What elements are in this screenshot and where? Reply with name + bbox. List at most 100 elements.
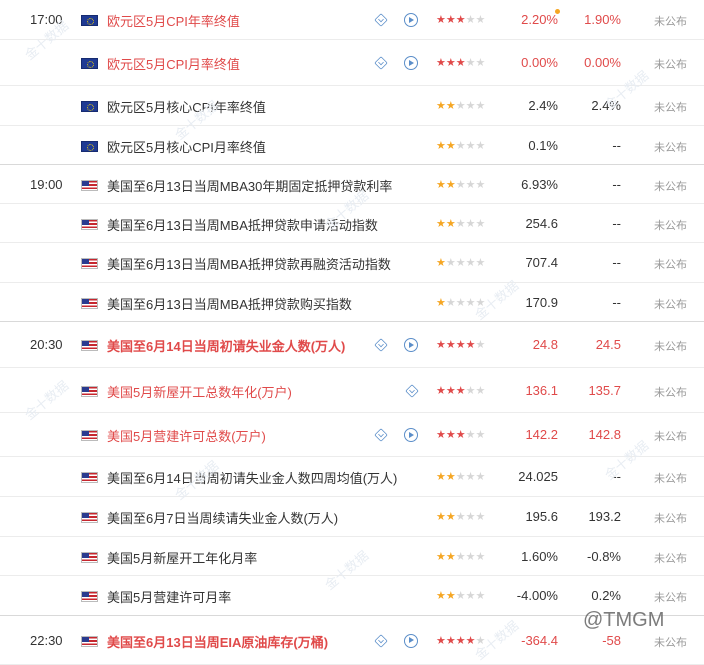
star-icon: ★: [436, 14, 446, 26]
star-icon: ★: [436, 471, 446, 483]
actual-value-status: 未公布: [654, 431, 687, 443]
previous-value: 254.6: [525, 215, 558, 231]
indicator-name[interactable]: 欧元区5月CPI年率终值: [107, 11, 240, 30]
star-icon: ★: [465, 339, 476, 351]
indicator-name[interactable]: 美国5月营建许可月率: [107, 587, 231, 606]
table-row[interactable]: 美国至6月13日当周MBA抵押贷款申请活动指数 ★★★★★ 254.6 -- 未公布: [0, 204, 704, 243]
indicator-name[interactable]: 欧元区5月核心CPI月率终值: [107, 137, 266, 156]
table-row[interactable]: 美国至6月13日当周MBA抵押贷款购买指数 ★★★★★ 170.9 -- 未公布: [0, 283, 704, 322]
star-icon: ★: [445, 178, 456, 191]
time-cell: 22:30: [30, 632, 63, 648]
eu-flag-icon: [81, 15, 98, 26]
cube-icon[interactable]: [374, 633, 388, 648]
table-row[interactable]: 美国5月新屋开工年化月率 ★★★★★ 1.60% -0.8% 未公布: [0, 537, 704, 576]
star-icon: ★: [465, 57, 476, 69]
indicator-name[interactable]: 美国至6月13日当周MBA抵押贷款再融资活动指数: [107, 254, 391, 273]
table-row[interactable]: 欧元区5月核心CPI月率终值 ★★★★★ 0.1% -- 未公布: [0, 126, 704, 165]
table-row[interactable]: 美国至6月14日当周初请失业金人数四周均值(万人) ★★★★★ 24.025 -- 未公…: [0, 457, 704, 497]
star-icon: ★: [465, 384, 476, 397]
indicator-name[interactable]: 欧元区5月CPI月率终值: [107, 54, 240, 73]
play-icon[interactable]: [404, 13, 418, 27]
play-icon[interactable]: [404, 338, 418, 352]
table-row[interactable]: 美国5月营建许可总数(万户) ★★★★★ 142.2 142.8 未公布: [0, 413, 704, 457]
star-icon: ★: [436, 217, 446, 230]
star-icon: ★: [445, 471, 456, 483]
star-icon: ★: [445, 139, 456, 152]
star-icon: ★: [455, 339, 466, 351]
forecast-value: --: [612, 255, 621, 270]
indicator-name[interactable]: 美国5月营建许可总数(万户): [107, 426, 266, 445]
table-row[interactable]: 17:00 欧元区5月CPI年率终值 ★★★★★ 2.20% 1.90% 未公布: [0, 0, 704, 40]
actual-value-status: 未公布: [654, 513, 687, 525]
indicator-name[interactable]: 美国至6月7日当周续请失业金人数(万人): [107, 508, 338, 527]
star-icon: ★: [445, 429, 456, 441]
indicator-name[interactable]: 美国至6月13日当周EIA原油库存(万桶): [107, 632, 328, 651]
indicator-name[interactable]: 欧元区5月核心CPI年率终值: [107, 97, 266, 116]
actual-value-status: 未公布: [654, 386, 687, 399]
indicator-name[interactable]: 美国至6月13日当周MBA抵押贷款购买指数: [107, 294, 352, 313]
actual-value-status: 未公布: [654, 259, 687, 271]
star-icon: ★: [436, 339, 446, 351]
star-icon: ★: [436, 590, 446, 602]
table-row[interactable]: 20:30 美国至6月14日当周初请失业金人数(万人) ★★★★★ 24.8 24.5 未…: [0, 322, 704, 368]
time-cell: 20:30: [30, 337, 63, 352]
indicator-name[interactable]: 美国至6月14日当周初请失业金人数(万人): [107, 336, 345, 355]
cube-icon[interactable]: [374, 56, 388, 70]
star-icon: ★: [436, 384, 446, 397]
forecast-value: --: [612, 137, 621, 153]
indicator-name[interactable]: 美国至6月14日当周初请失业金人数四周均值(万人): [107, 468, 397, 487]
star-icon: ★: [436, 511, 446, 523]
actual-value-status: 未公布: [654, 473, 687, 485]
star-icon: ★: [445, 217, 456, 230]
indicator-name[interactable]: 美国5月新屋开工年化月率: [107, 548, 257, 567]
star-icon: ★: [465, 590, 476, 602]
forecast-value: -58: [602, 632, 621, 648]
star-icon: ★: [465, 139, 476, 152]
table-row[interactable]: 欧元区5月核心CPI年率终值 ★★★★★ 2.4% 2.4% 未公布: [0, 86, 704, 126]
star-icon: ★: [436, 634, 446, 647]
actual-value-status: 未公布: [654, 102, 687, 114]
play-icon[interactable]: [404, 56, 418, 70]
star-icon: ★: [465, 14, 476, 26]
us-flag-icon: [81, 635, 98, 647]
play-icon[interactable]: [404, 428, 418, 442]
actual-value-status: 未公布: [654, 552, 687, 565]
star-icon: ★: [436, 139, 446, 152]
previous-value: -364.4: [521, 632, 558, 648]
table-row[interactable]: 欧元区5月CPI月率终值 ★★★★★ 0.00% 0.00% 未公布: [0, 40, 704, 86]
indicator-name[interactable]: 美国至6月13日当周MBA抵押贷款申请活动指数: [107, 215, 378, 234]
previous-value: 6.93%: [521, 176, 558, 192]
star-icon: ★: [455, 634, 466, 647]
play-icon[interactable]: [404, 633, 418, 648]
us-flag-icon: [81, 297, 98, 309]
star-icon: ★: [465, 296, 476, 309]
star-icon: ★: [436, 100, 446, 112]
us-flag-icon: [81, 430, 98, 441]
cube-icon[interactable]: [374, 13, 388, 27]
us-flag-icon: [81, 179, 98, 191]
previous-value: 1.60%: [521, 548, 558, 564]
star-icon: ★: [436, 178, 446, 191]
actual-value-status: 未公布: [654, 59, 687, 71]
star-icon: ★: [445, 339, 456, 351]
indicator-name[interactable]: 美国5月新屋开工总数年化(万户): [107, 382, 292, 401]
star-icon: ★: [455, 217, 466, 230]
forecast-value: --: [612, 294, 621, 310]
star-icon: ★: [436, 296, 446, 309]
cube-icon[interactable]: [374, 428, 388, 442]
star-icon: ★: [455, 100, 466, 112]
table-row[interactable]: 美国至6月7日当周续请失业金人数(万人) ★★★★★ 195.6 193.2 未公布: [0, 497, 704, 537]
star-icon: ★: [436, 550, 446, 563]
table-row[interactable]: 美国至6月13日当周MBA抵押贷款再融资活动指数 ★★★★★ 707.4 -- 未公布: [0, 243, 704, 283]
table-row[interactable]: 美国5月新屋开工总数年化(万户) ★★★★★ 136.1 135.7 未公布: [0, 368, 704, 413]
star-icon: ★: [465, 178, 476, 191]
cube-icon[interactable]: [405, 383, 419, 398]
actual-value-status: 未公布: [654, 16, 687, 28]
cube-icon[interactable]: [374, 338, 388, 352]
star-icon: ★: [445, 57, 456, 69]
indicator-name[interactable]: 美国至6月13日当周MBA30年期固定抵押贷款利率: [107, 176, 392, 195]
previous-value: 2.4%: [528, 98, 558, 113]
star-icon: ★: [465, 471, 476, 483]
actual-value-status: 未公布: [654, 219, 687, 232]
table-row[interactable]: 19:00 美国至6月13日当周MBA30年期固定抵押贷款利率 ★★★★★ 6.93%…: [0, 165, 704, 204]
